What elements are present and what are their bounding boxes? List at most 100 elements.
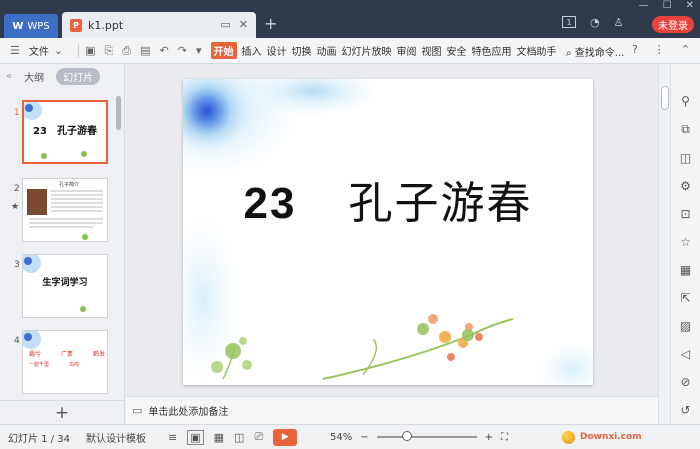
command-search-label: 查找命令...	[574, 48, 625, 59]
new-tab-button[interactable]: +	[264, 14, 277, 33]
customize-icon[interactable]: ▾	[196, 44, 202, 57]
slide-thumbnail-4[interactable]: 霸兮 广袤 鹤发 一碧千里 鸟鸣	[22, 330, 108, 394]
print-preview-icon[interactable]: ▤	[140, 44, 150, 57]
thumbnail-word-row: 霸兮 广袤 鹤发	[29, 349, 105, 358]
thumbnail-word: 鹤发	[92, 351, 105, 358]
star-icon[interactable]: ☆	[680, 235, 691, 249]
menu-tab-slideshow[interactable]: 幻灯片放映	[342, 43, 392, 58]
zoom-slider-knob[interactable]	[401, 431, 412, 441]
thumbnail-word: 霸兮	[29, 351, 42, 358]
panel-scrollbar[interactable]	[116, 96, 121, 130]
share-icon[interactable]: ⇱	[680, 291, 690, 305]
skin-icon[interactable]: ◔	[590, 16, 600, 29]
undo-icon[interactable]: ↶	[160, 44, 169, 57]
thumbnail-text-lines	[29, 190, 103, 240]
fit-window-icon[interactable]: ⛶	[501, 432, 508, 443]
menu-tab-insert[interactable]: 插入	[242, 43, 262, 58]
menu-tab-view[interactable]: 视图	[422, 43, 442, 58]
notes-pane[interactable]: ▭ 单击此处添加备注	[126, 396, 658, 424]
slide-editor[interactable]: 23 孔子游春	[126, 64, 658, 396]
menu-tab-security[interactable]: 安全	[447, 43, 467, 58]
slide-counter: 幻灯片 1 / 34	[8, 433, 70, 445]
zoom-out-icon[interactable]: −	[360, 432, 368, 443]
picture-icon[interactable]: ▨	[680, 319, 691, 333]
slide-thumbnail-1[interactable]: 23 孔子游春	[22, 100, 108, 164]
file-menu[interactable]: 文件	[29, 43, 49, 58]
document-tab[interactable]: P k1.ppt ▭ ✕	[62, 12, 256, 38]
lesson-title: 孔子游春	[348, 178, 533, 229]
maximize-icon[interactable]: ☐	[663, 0, 672, 11]
menu-tab-transition[interactable]: 切换	[292, 43, 312, 58]
more-icon[interactable]: ⋮	[654, 43, 665, 56]
present-mode-icon[interactable]: ⎚	[254, 430, 263, 444]
thumbnail-word: 一碧千里	[29, 362, 50, 368]
play-slideshow-button[interactable]: ▶	[273, 428, 298, 446]
right-toolbar: ⚲ ⧉ ◫ ⚙ ⊡ ☆ ▦ ⇱ ▨ ◁ ⊘ ↺	[670, 64, 700, 424]
animation-star-icon: ★	[11, 202, 20, 212]
close-window-icon[interactable]: ✕	[686, 0, 694, 11]
shapes-icon[interactable]: ◫	[680, 151, 691, 165]
hamburger-menu-icon[interactable]: ☰	[10, 44, 20, 57]
align-icon[interactable]: ≡	[168, 431, 177, 444]
tab-slides[interactable]: 幻灯片	[56, 67, 101, 85]
zoom-in-icon[interactable]: +	[485, 432, 493, 443]
notes-placeholder[interactable]: 单击此处添加备注	[148, 403, 228, 418]
menu-tab-animation[interactable]: 动画	[317, 43, 337, 58]
collapse-panel-icon[interactable]: «	[6, 71, 12, 82]
comment-icon: ▭	[132, 404, 143, 417]
page-count-badge[interactable]: 1	[562, 16, 576, 28]
current-slide[interactable]: 23 孔子游春	[183, 79, 593, 385]
thumbnail-word: 鸟鸣	[68, 362, 79, 368]
menu-tab-doc-assistant[interactable]: 文档助手	[517, 43, 557, 58]
divider	[78, 43, 80, 58]
title-bar: W WPS P k1.ppt ▭ ✕ + 1 ◔ ♙ — ☐ ✕ 未登录	[0, 0, 700, 38]
normal-view-icon[interactable]: ▣	[187, 429, 204, 445]
wps-tab-label: WPS	[27, 20, 50, 32]
wps-logo-icon: W	[12, 20, 24, 32]
command-search[interactable]: ⌕ 查找命令...	[566, 44, 624, 59]
menu-tab-design[interactable]: 设计	[267, 43, 287, 58]
redo-icon[interactable]: ↷	[178, 44, 187, 57]
help-icon[interactable]: ?	[632, 43, 638, 56]
add-slide-button[interactable]: +	[0, 400, 124, 424]
menu-tab-review[interactable]: 审阅	[397, 43, 417, 58]
close-tab-icon[interactable]: ✕	[239, 18, 248, 31]
template-name[interactable]: 默认设计模板	[86, 430, 146, 445]
thumbnail-word: 广袤	[60, 351, 73, 358]
image-search-icon[interactable]: ⊡	[680, 207, 690, 221]
slide-thumbnail-2[interactable]: 孔子简介	[22, 178, 108, 242]
chevron-down-icon[interactable]: ⌄	[54, 44, 63, 57]
zoom-level[interactable]: 54%	[330, 432, 352, 443]
shirt-icon[interactable]: ♙	[614, 16, 624, 29]
document-tab-label: k1.ppt	[88, 18, 124, 32]
wps-home-tab[interactable]: W WPS	[4, 14, 58, 38]
zoom-slider[interactable]	[376, 431, 477, 441]
print-icon[interactable]: ⎙	[122, 44, 131, 58]
export-icon[interactable]: ⎘	[105, 44, 114, 58]
thumbnail-title: 23 孔子游春	[33, 126, 97, 137]
speaker-icon[interactable]: ◁	[681, 347, 690, 361]
reading-view-icon[interactable]: ◫	[234, 431, 244, 444]
save-icon[interactable]: ▣	[85, 44, 95, 57]
sorter-view-icon[interactable]: ▦	[214, 431, 224, 444]
tab-outline[interactable]: 大纲	[24, 69, 44, 84]
settings-icon[interactable]: ⚙	[680, 179, 691, 193]
menu-tab-start[interactable]: 开始	[210, 42, 237, 59]
box-icon[interactable]: ▦	[680, 263, 691, 277]
minimize-icon[interactable]: —	[639, 0, 649, 11]
login-button[interactable]: 未登录	[652, 16, 694, 33]
menu-tab-features[interactable]: 特色应用	[472, 43, 512, 58]
compass-icon[interactable]: ⊘	[680, 375, 690, 389]
scrollbar-thumb[interactable]	[661, 86, 669, 110]
history-icon[interactable]: ↺	[680, 403, 690, 417]
collapse-ribbon-icon[interactable]: ⌃	[681, 43, 690, 56]
slide-title[interactable]: 23 孔子游春	[183, 167, 593, 231]
thumbnail-number: 2	[14, 184, 20, 194]
slide-scrollbar[interactable]	[658, 64, 670, 424]
pin-icon[interactable]: ⚲	[681, 94, 690, 108]
thumbnail-title: 生字词学习	[42, 278, 88, 288]
monitor-icon[interactable]: ▭	[220, 18, 230, 31]
slide-thumbnail-3[interactable]: 生字词学习	[22, 254, 108, 318]
status-bar: 幻灯片 1 / 34 默认设计模板 ≡ ▣ ▦ ◫ ⎚ ▶ 54% − + ⛶ …	[0, 424, 700, 449]
copy-icon[interactable]: ⧉	[681, 122, 690, 137]
